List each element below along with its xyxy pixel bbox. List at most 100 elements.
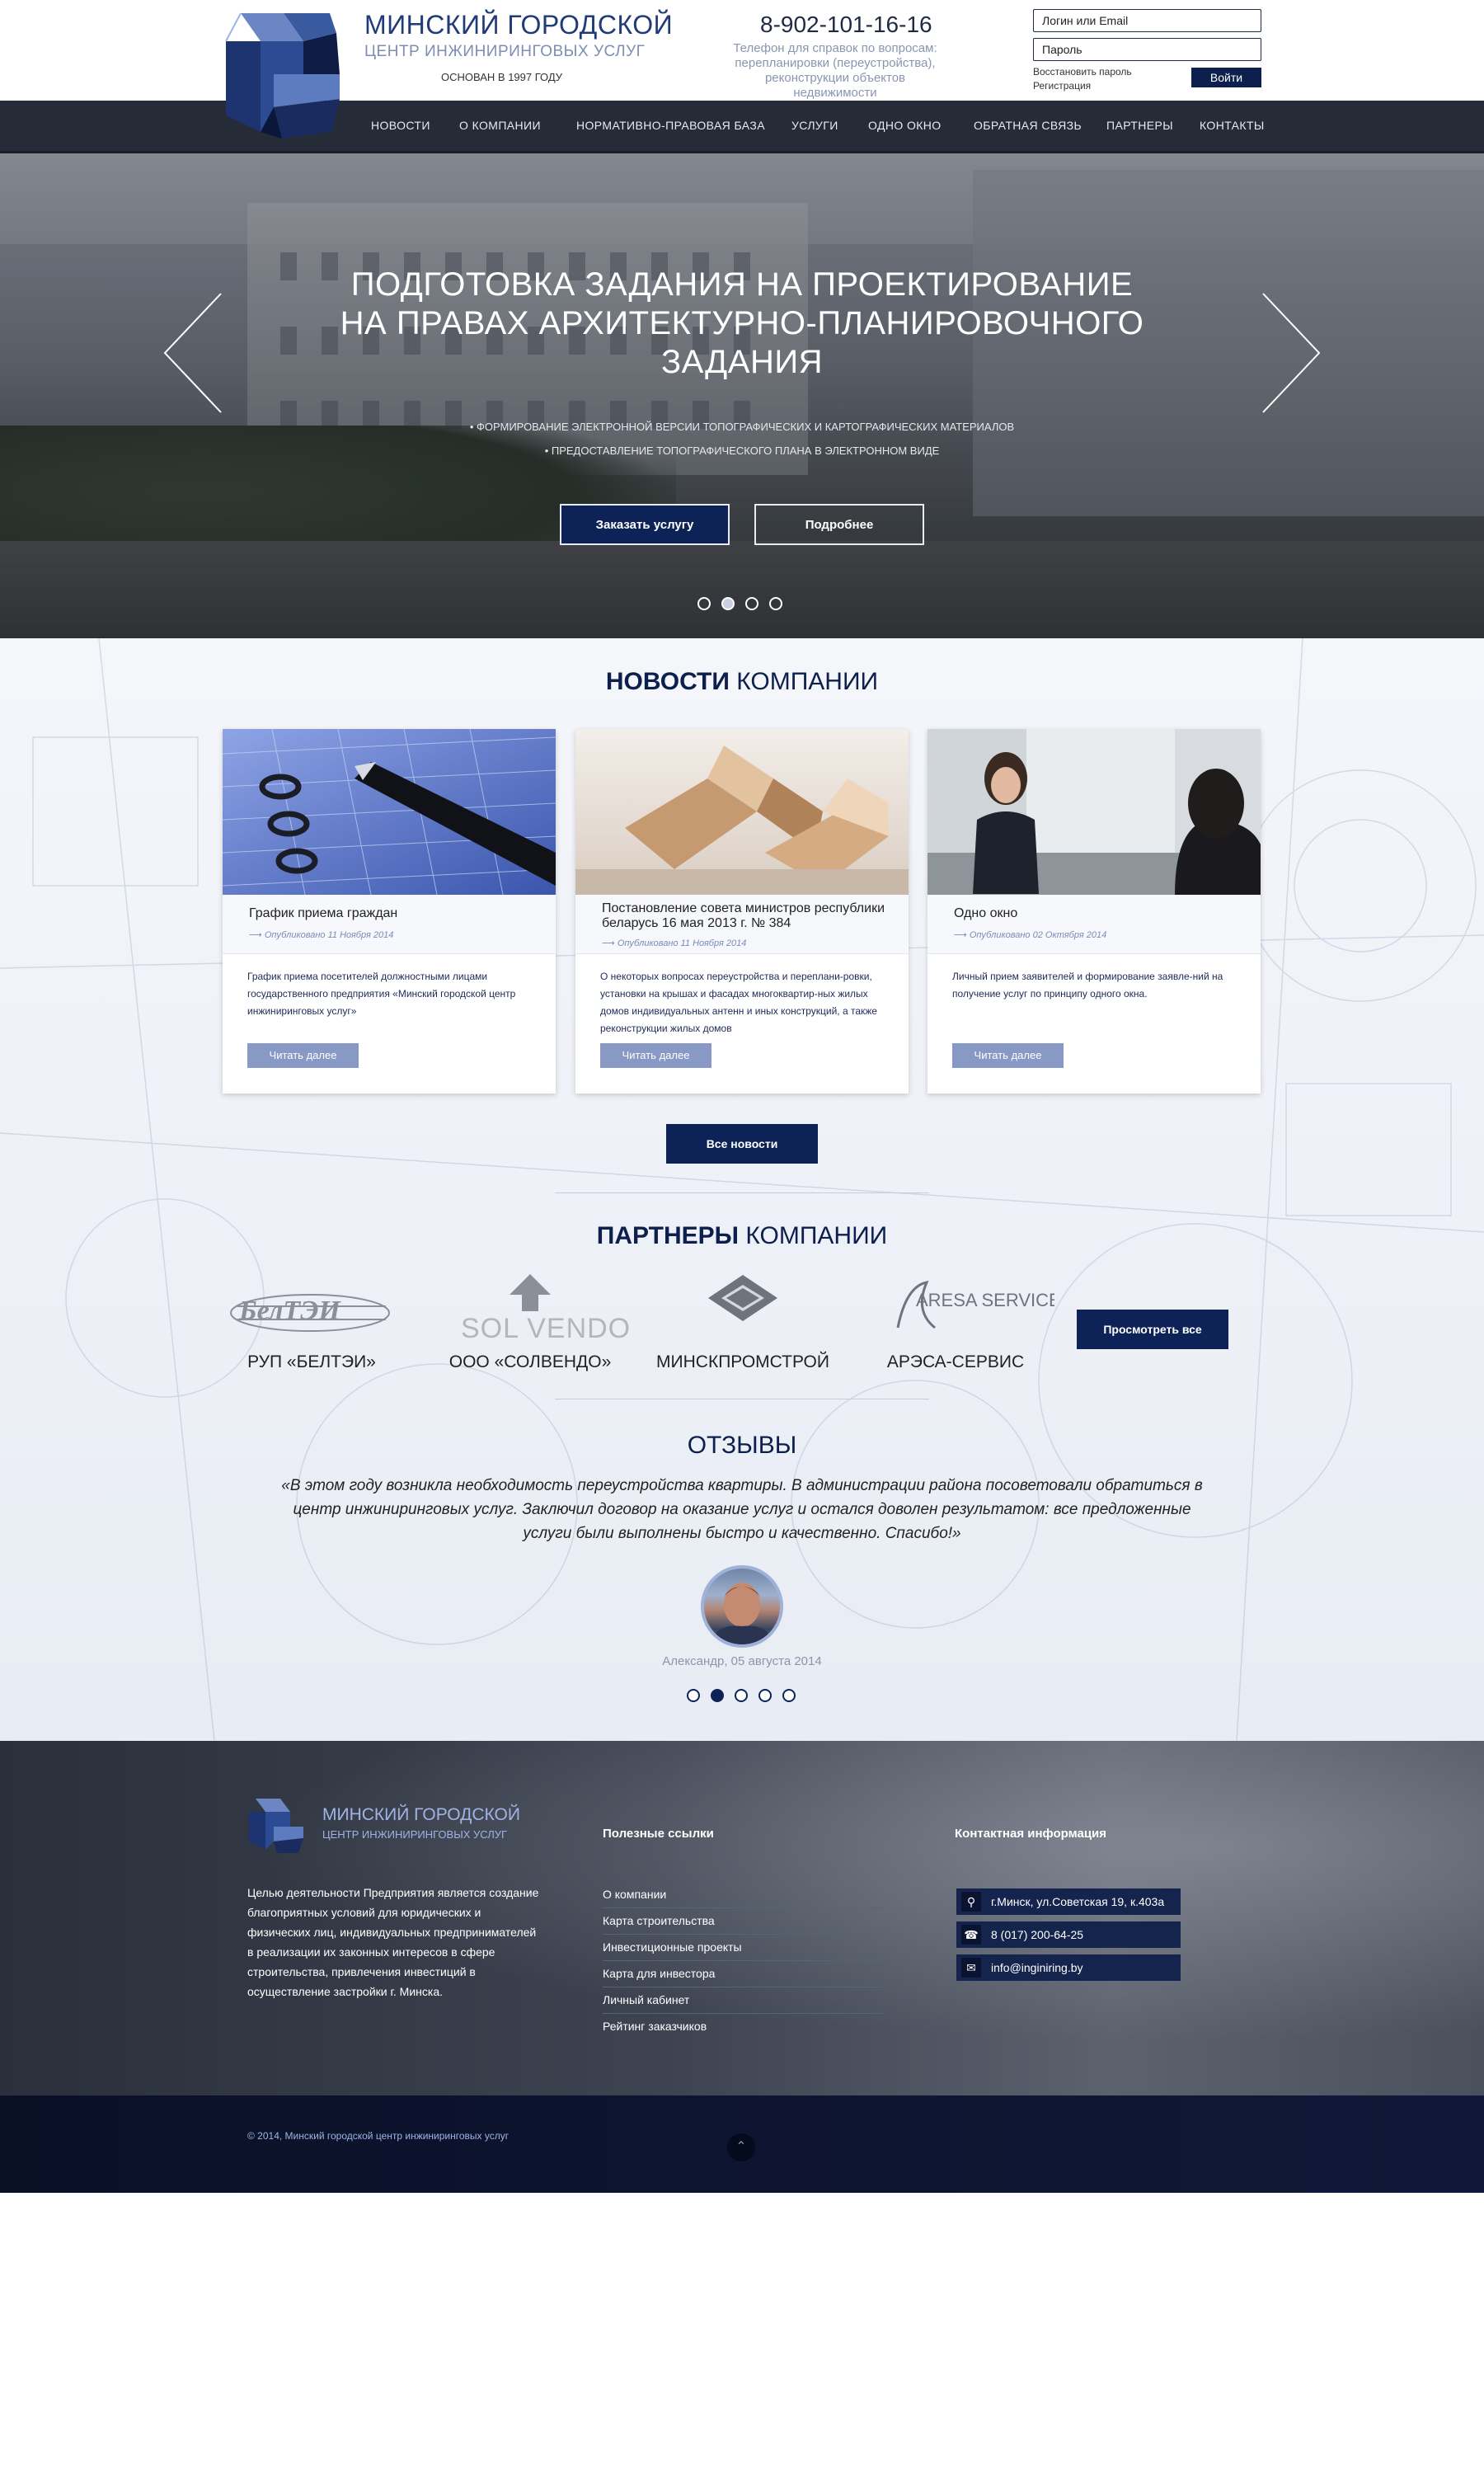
login-links: Восстановить пароль Регистрация — [1033, 65, 1132, 93]
site-title[interactable]: МИНСКИЙ ГОРОДСКОЙ — [364, 10, 673, 40]
hero-slider: ПОДГОТОВКА ЗАДАНИЯ НА ПРОЕКТИРОВАНИЕ НА … — [0, 153, 1484, 638]
restore-password-link[interactable]: Восстановить пароль — [1033, 65, 1132, 79]
partners-title-bold: ПАРТНЕРЫ — [596, 1222, 740, 1249]
partner-name: МИНСКПРОМСТРОЙ — [656, 1352, 829, 1371]
hero-title: ПОДГОТОВКА ЗАДАНИЯ НА ПРОЕКТИРОВАНИЕ НА … — [330, 266, 1154, 382]
read-more-button[interactable]: Читать далее — [952, 1043, 1064, 1068]
slider-next-arrow-icon[interactable] — [1261, 292, 1321, 414]
news-card-header: Одно окно ⟶ Опубликовано 02 Октября 2014 — [928, 895, 1261, 954]
review-dot-active[interactable] — [711, 1689, 724, 1702]
minskpromstroy-logo-icon — [708, 1275, 777, 1321]
password-input[interactable] — [1033, 38, 1261, 61]
contacts-title: Контактная информация — [955, 1827, 1107, 1841]
partners-title-rest: КОМПАНИИ — [739, 1222, 888, 1249]
slider-prev-arrow-icon[interactable] — [163, 292, 223, 414]
register-link[interactable]: Регистрация — [1033, 79, 1132, 93]
news-card: Постановление совета министров республик… — [575, 729, 909, 1094]
news-card-text: О некоторых вопросах переустройства и пе… — [600, 971, 877, 1034]
review-dot[interactable] — [782, 1689, 796, 1702]
news-card: Одно окно ⟶ Опубликовано 02 Октября 2014… — [928, 729, 1261, 1094]
news-title-bold: НОВОСТИ — [605, 668, 730, 695]
footer-logo-icon[interactable] — [247, 1795, 305, 1855]
address-text: г.Минск, ул.Советская 19, к.403а — [991, 1895, 1165, 1908]
nav-feedback[interactable]: ОБРАТНАЯ СВЯЗЬ — [974, 119, 1082, 132]
nav-contacts[interactable]: КОНТАКТЫ — [1200, 119, 1265, 132]
news-card-title[interactable]: График приема граждан — [249, 906, 538, 921]
footer-link-investor-map[interactable]: Карта для инвестора — [603, 1961, 883, 1987]
section-divider — [555, 1192, 929, 1193]
login-input[interactable] — [1033, 9, 1261, 32]
news-card-date: ⟶ Опубликовано 02 Октября 2014 — [954, 930, 1107, 940]
news-card-title[interactable]: Постановление совета министров республик… — [602, 901, 890, 931]
news-card-header: График приема граждан ⟶ Опубликовано 11 … — [223, 895, 556, 954]
logo-icon[interactable] — [224, 8, 343, 143]
house-model-image[interactable] — [575, 729, 909, 895]
scroll-to-top-icon[interactable]: ⌃ — [727, 2133, 755, 2161]
news-card-date: ⟶ Опубликовано 11 Ноября 2014 — [249, 930, 394, 940]
footer-link-construction-map[interactable]: Карта строительства — [603, 1908, 883, 1935]
nav-one-window[interactable]: ОДНО ОКНО — [868, 119, 942, 132]
footer-address: ⚲ г.Минск, ул.Советская 19, к.403а — [956, 1888, 1181, 1915]
review-dot[interactable] — [735, 1689, 748, 1702]
nav-partners[interactable]: ПАРТНЕРЫ — [1106, 119, 1173, 132]
nav-legal-base[interactable]: НОРМАТИВНО-ПРАВОВАЯ БАЗА — [576, 119, 765, 132]
footer-phone[interactable]: ☎ 8 (017) 200-64-25 — [956, 1921, 1181, 1948]
location-pin-icon: ⚲ — [961, 1892, 981, 1912]
footer-link-customer-rating[interactable]: Рейтинг заказчиков — [603, 2014, 883, 2040]
news-card-date: ⟶ Опубликовано 11 Ноября 2014 — [602, 938, 747, 948]
all-news-button[interactable]: Все новости — [666, 1124, 818, 1164]
copyright: © 2014, Минский городской центр инжинири… — [247, 2130, 510, 2142]
footer-link-personal-account[interactable]: Личный кабинет — [603, 1987, 883, 2014]
hero-bullet: • ПРЕДОСТАВЛЕНИЕ ТОПОГРАФИЧЕСКОГО ПЛАНА … — [544, 444, 940, 457]
partners-section-title: ПАРТНЕРЫ КОМПАНИИ — [330, 1222, 1154, 1250]
more-button[interactable]: Подробнее — [754, 504, 924, 545]
login-button[interactable]: Войти — [1191, 68, 1261, 87]
news-card-title[interactable]: Одно окно — [954, 906, 1242, 921]
slider-dot[interactable] — [745, 597, 758, 610]
nav-about[interactable]: О КОМПАНИИ — [459, 119, 541, 132]
login-form — [1033, 9, 1261, 67]
site-footer: МИНСКИЙ ГОРОДСКОЙ ЦЕНТР ИНЖИНИРИНГОВЫХ У… — [0, 1741, 1484, 2095]
phone-icon: ☎ — [961, 1925, 981, 1945]
nav-news[interactable]: НОВОСТИ — [371, 119, 430, 132]
read-more-button[interactable]: Читать далее — [600, 1043, 711, 1068]
slider-dot[interactable] — [697, 597, 711, 610]
footer-link-investment-projects[interactable]: Инвестиционные проекты — [603, 1935, 883, 1961]
nav-services[interactable]: УСЛУГИ — [791, 119, 838, 132]
partner-aresa-service[interactable]: ARESA SERVICE АРЭСА-СЕРВИС — [857, 1270, 1061, 1371]
svg-text:SOL VENDO: SOL VENDO — [461, 1313, 629, 1344]
review-text: «В этом году возникла необходимость пере… — [281, 1477, 1203, 1542]
phone-note: Телефон для справок по вопросам: перепла… — [733, 41, 937, 100]
review-dot[interactable] — [687, 1689, 700, 1702]
partner-name: АРЭСА-СЕРВИС — [886, 1352, 1025, 1371]
news-section-title: НОВОСТИ КОМПАНИИ — [330, 668, 1154, 696]
footer-email[interactable]: ✉ info@inginiring.by — [956, 1954, 1181, 1981]
notebook-pen-image[interactable] — [223, 729, 556, 895]
office-reception-image[interactable] — [928, 729, 1261, 895]
review-dot[interactable] — [758, 1689, 772, 1702]
reviewer-avatar — [701, 1565, 783, 1648]
slider-dot[interactable] — [769, 597, 782, 610]
news-card-text: График приема посетителей должностными л… — [247, 971, 516, 1017]
mail-icon: ✉ — [961, 1958, 981, 1978]
slider-dots — [697, 597, 793, 612]
svg-text:ARESA SERVICE: ARESA SERVICE — [916, 1290, 1054, 1310]
news-title-rest: КОМПАНИИ — [729, 668, 879, 695]
hero-bullet: • ФОРМИРОВАНИЕ ЭЛЕКТРОННОЙ ВЕРСИИ ТОПОГР… — [469, 421, 1015, 433]
founded-year: ОСНОВАН В 1997 ГОДУ — [441, 71, 563, 83]
news-card-text: Личный прием заявителей и формирование з… — [952, 971, 1223, 999]
beltei-logo-icon: БелТЭИ — [230, 1294, 390, 1332]
read-more-button[interactable]: Читать далее — [247, 1043, 359, 1068]
partner-beltei[interactable]: БелТЭИ РУП «БЕЛТЭИ» — [213, 1270, 411, 1371]
order-service-button[interactable]: Заказать услугу — [560, 504, 730, 545]
header-phone[interactable]: 8-902-101-16-16 — [760, 12, 932, 38]
view-all-partners-button[interactable]: Просмотреть все — [1077, 1310, 1228, 1349]
site-subtitle: ЦЕНТР ИНЖИНИРИНГОВЫХ УСЛУГ — [364, 43, 646, 60]
footer-link-about[interactable]: О компании — [603, 1882, 883, 1908]
slider-dot-active[interactable] — [721, 597, 735, 610]
partner-minskpromstroy[interactable]: МИНСКПРОМСТРОЙ — [644, 1270, 842, 1371]
review-author: Александр, 05 августа 2014 — [662, 1654, 822, 1668]
review-slider-dots — [687, 1689, 806, 1706]
partner-solvendo[interactable]: SOL VENDO ООО «СОЛВЕНДО» — [431, 1270, 630, 1371]
aresa-logo-icon: ARESA SERVICE — [896, 1280, 1061, 1329]
